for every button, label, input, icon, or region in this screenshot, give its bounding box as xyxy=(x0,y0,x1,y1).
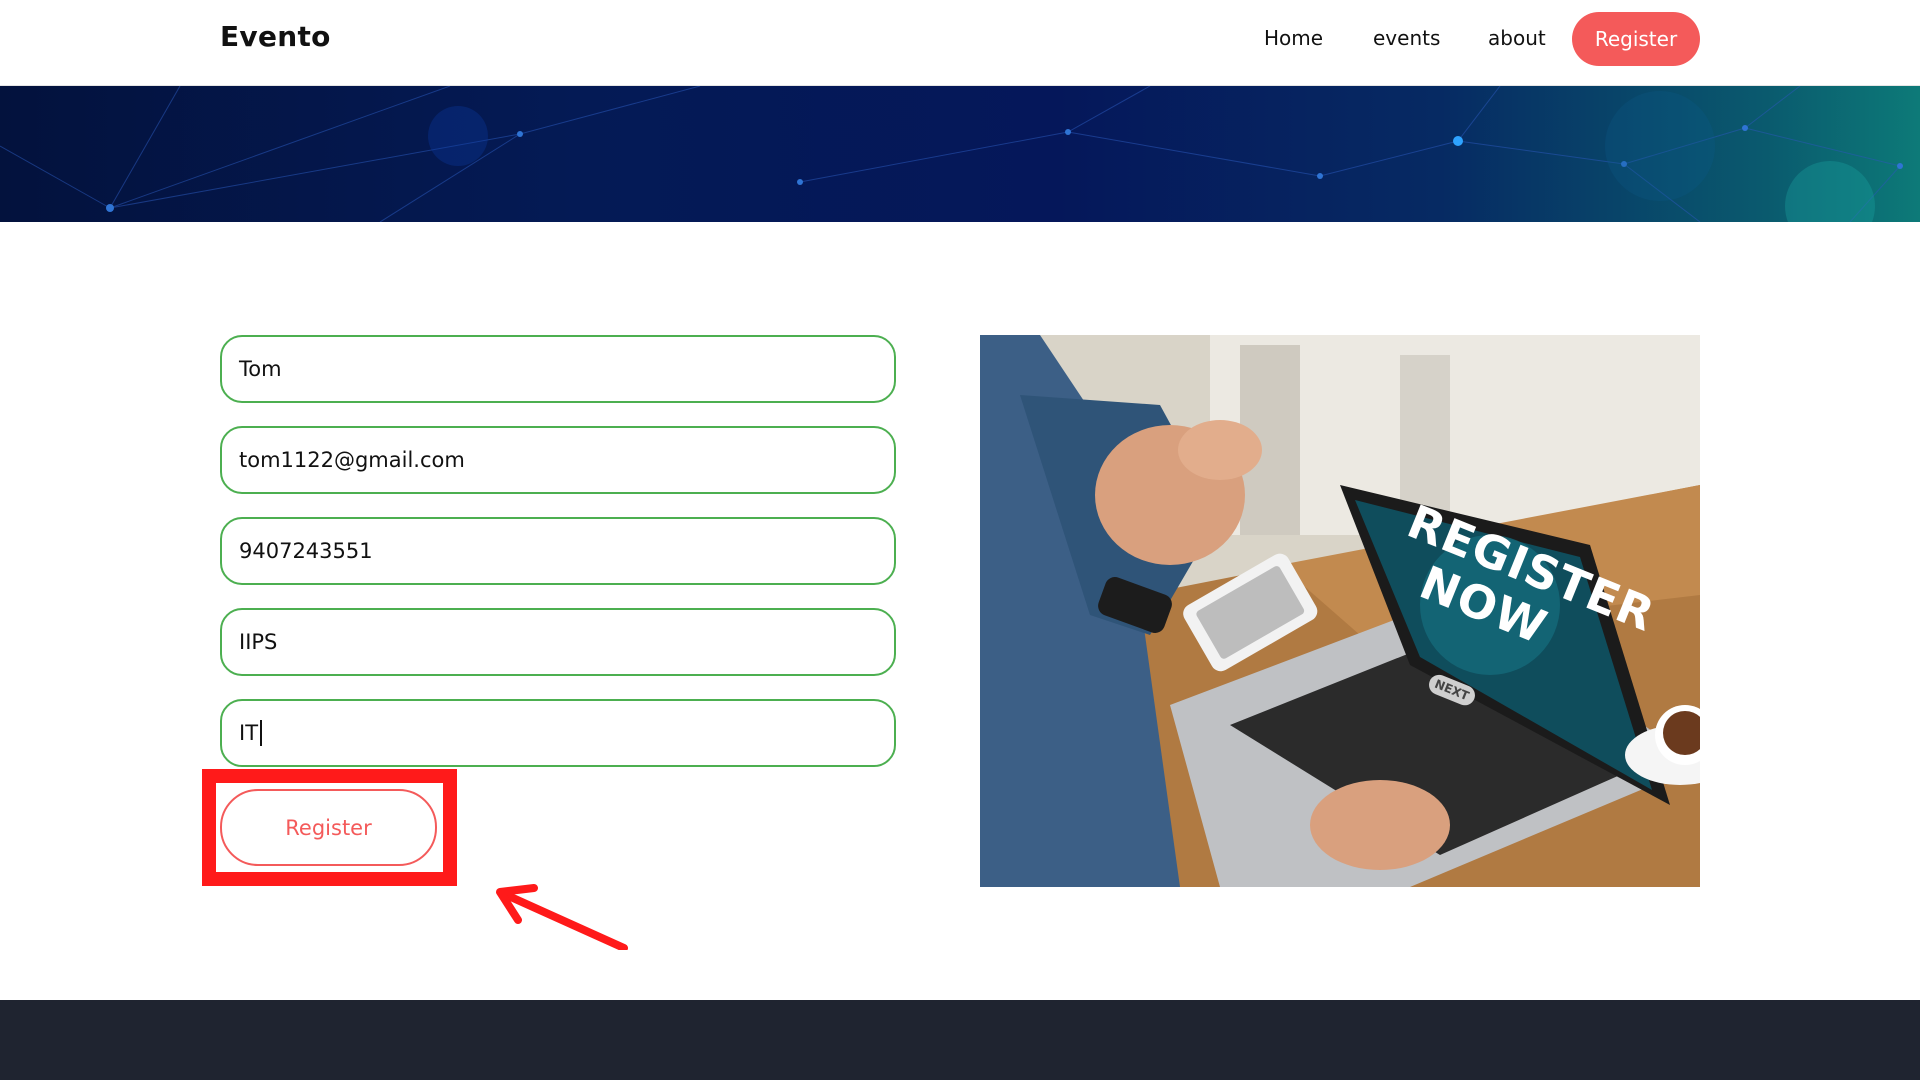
email-value: tom1122@gmail.com xyxy=(239,448,465,472)
email-field[interactable]: tom1122@gmail.com xyxy=(220,426,896,494)
brand-logo[interactable]: Evento xyxy=(220,20,331,53)
text-caret xyxy=(260,720,263,746)
nav-register-button[interactable]: Register xyxy=(1572,12,1700,66)
name-field[interactable]: Tom xyxy=(220,335,896,403)
navbar: Evento Home events about Register xyxy=(0,0,1920,86)
hero-banner xyxy=(0,86,1920,222)
footer xyxy=(0,1000,1920,1080)
branch-value: IT xyxy=(239,721,259,745)
network-pattern xyxy=(0,86,1903,222)
register-promo-image: REGISTER NOW NEXT xyxy=(980,335,1700,887)
nav-link-home[interactable]: Home xyxy=(1264,26,1323,50)
nav-link-about[interactable]: about xyxy=(1488,26,1546,50)
annotation-arrow-icon xyxy=(496,884,628,950)
college-field[interactable]: IIPS xyxy=(220,608,896,676)
name-value: Tom xyxy=(239,357,282,381)
nav-link-events[interactable]: events xyxy=(1373,26,1440,50)
branch-field[interactable]: IT xyxy=(220,699,896,767)
phone-value: 9407243551 xyxy=(239,539,373,563)
college-value: IIPS xyxy=(239,630,278,654)
phone-field[interactable]: 9407243551 xyxy=(220,517,896,585)
register-submit-button[interactable]: Register xyxy=(220,789,437,866)
